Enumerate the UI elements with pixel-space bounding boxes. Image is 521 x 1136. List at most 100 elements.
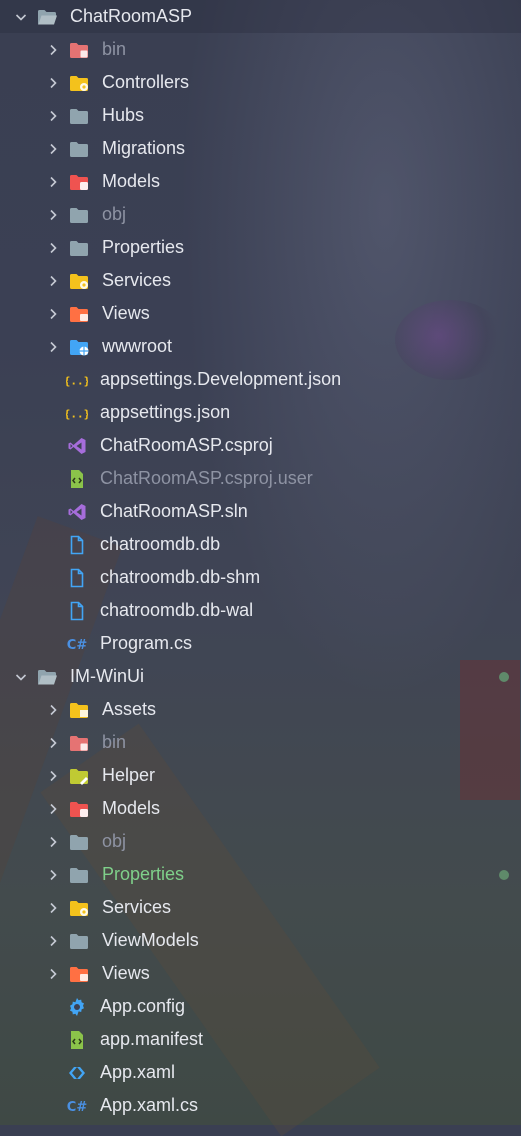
folder-helper-icon [68, 765, 90, 787]
folder-item[interactable]: Views [0, 957, 521, 990]
file-item[interactable]: chatroomdb.db-shm [0, 561, 521, 594]
folder-label: bin [102, 39, 127, 59]
file-item[interactable]: ChatRoomASP.sln [0, 495, 521, 528]
chevron-right-icon[interactable] [44, 41, 62, 59]
file-icon [66, 534, 88, 556]
chevron-right-icon[interactable] [44, 899, 62, 917]
folder-label: obj [102, 831, 127, 851]
folder-label: obj [102, 204, 127, 224]
folder-bin-icon [68, 39, 90, 61]
folder-open-icon [36, 6, 58, 28]
folder-label: Hubs [102, 105, 145, 125]
file-item[interactable]: chatroomdb.db [0, 528, 521, 561]
project-folder[interactable]: ChatRoomASP [0, 0, 521, 33]
file-label: chatroomdb.db [100, 534, 221, 554]
folder-item[interactable]: Services [0, 891, 521, 924]
folder-icon [68, 204, 90, 226]
chevron-right-icon[interactable] [44, 734, 62, 752]
project-name: ChatRoomASP [70, 6, 193, 26]
folder-item[interactable]: bin [0, 726, 521, 759]
chevron-right-icon[interactable] [44, 701, 62, 719]
folder-controllers-icon [68, 72, 90, 94]
folder-label: ViewModels [102, 930, 199, 950]
chevron-right-icon[interactable] [44, 767, 62, 785]
file-item[interactable]: C# Program.cs [0, 627, 521, 660]
json-icon: {..} [66, 369, 88, 391]
folder-label: Services [102, 897, 172, 917]
file-item[interactable]: C# App.xaml.cs [0, 1089, 521, 1122]
folder-item[interactable]: obj [0, 825, 521, 858]
chevron-right-icon[interactable] [44, 74, 62, 92]
folder-views-icon [68, 963, 90, 985]
file-label: appsettings.json [100, 402, 231, 422]
folder-item[interactable]: Services [0, 264, 521, 297]
chevron-right-icon[interactable] [44, 107, 62, 125]
chevron-right-icon[interactable] [44, 206, 62, 224]
chevron-right-icon[interactable] [44, 305, 62, 323]
folder-item[interactable]: Models [0, 792, 521, 825]
chevron-right-icon[interactable] [44, 932, 62, 950]
project-folder[interactable]: IM-WinUi [0, 660, 521, 693]
file-item[interactable]: ChatRoomASP.csproj.user [0, 462, 521, 495]
folder-item[interactable]: wwwroot [0, 330, 521, 363]
svg-text:C#: C# [67, 638, 88, 653]
chevron-right-icon[interactable] [44, 338, 62, 356]
folder-icon [68, 105, 90, 127]
folder-item[interactable]: Properties [0, 231, 521, 264]
folder-item[interactable]: Helper [0, 759, 521, 792]
chevron-right-icon[interactable] [44, 833, 62, 851]
chevron-right-icon[interactable] [44, 239, 62, 257]
file-label: ChatRoomASP.csproj [100, 435, 273, 455]
chevron-right-icon[interactable] [44, 866, 62, 884]
file-item[interactable]: app.manifest [0, 1023, 521, 1056]
folder-bin-icon [68, 732, 90, 754]
file-item[interactable]: App.xaml [0, 1056, 521, 1089]
csharp-icon: C# [66, 633, 88, 655]
file-item[interactable]: ChatRoomASP.csproj [0, 429, 521, 462]
folder-label: Properties [102, 237, 185, 257]
folder-open-icon [36, 666, 58, 688]
folder-item[interactable]: ViewModels [0, 924, 521, 957]
visual-studio-icon [66, 501, 88, 523]
folder-models-icon [68, 798, 90, 820]
chevron-right-icon[interactable] [44, 140, 62, 158]
svg-text:{..}: {..} [66, 407, 88, 420]
file-label: Program.cs [100, 633, 193, 653]
folder-label: Migrations [102, 138, 186, 158]
folder-label: Properties [102, 864, 185, 884]
chevron-right-icon[interactable] [44, 173, 62, 191]
xml-file-icon [66, 468, 88, 490]
folder-label: wwwroot [102, 336, 173, 356]
chevron-right-icon[interactable] [44, 965, 62, 983]
file-item[interactable]: {..} appsettings.json [0, 396, 521, 429]
file-item[interactable]: App.config [0, 990, 521, 1023]
folder-item[interactable]: Migrations [0, 132, 521, 165]
file-item[interactable]: {..} appsettings.Development.json [0, 363, 521, 396]
file-icon [66, 600, 88, 622]
folder-label: bin [102, 732, 127, 752]
folder-item[interactable]: Assets [0, 693, 521, 726]
folder-icon [68, 138, 90, 160]
folder-item[interactable]: Hubs [0, 99, 521, 132]
chevron-right-icon[interactable] [44, 800, 62, 818]
visual-studio-icon [66, 435, 88, 457]
gear-icon [66, 996, 88, 1018]
folder-label: Assets [102, 699, 157, 719]
folder-item[interactable]: Models [0, 165, 521, 198]
chevron-down-icon[interactable] [12, 668, 30, 686]
chevron-right-icon[interactable] [44, 272, 62, 290]
folder-item[interactable]: Views [0, 297, 521, 330]
folder-item[interactable]: obj [0, 198, 521, 231]
file-item[interactable]: chatroomdb.db-wal [0, 594, 521, 627]
svg-text:{..}: {..} [66, 374, 88, 387]
folder-item[interactable]: Properties [0, 858, 521, 891]
project-name: IM-WinUi [70, 666, 144, 686]
chevron-down-icon[interactable] [12, 8, 30, 26]
xml-file-icon [66, 1029, 88, 1051]
file-label: App.xaml [100, 1062, 176, 1082]
folder-item[interactable]: bin [0, 33, 521, 66]
csharp-icon: C# [66, 1095, 88, 1117]
folder-services-icon [68, 897, 90, 919]
folder-item[interactable]: Controllers [0, 66, 521, 99]
modified-dot [499, 671, 509, 682]
